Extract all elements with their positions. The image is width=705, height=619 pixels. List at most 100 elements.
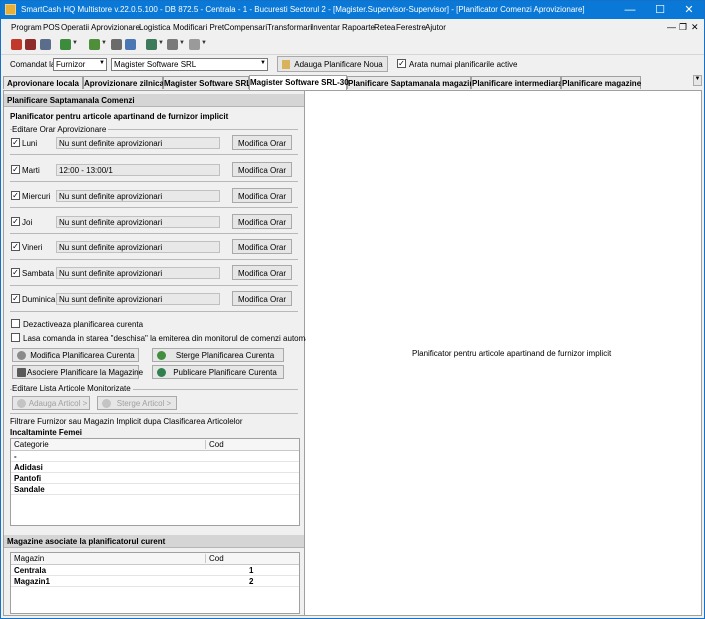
day-divider bbox=[10, 181, 298, 182]
menu-aprovizionare[interactable]: Aprovizionare bbox=[91, 23, 140, 32]
supplier-select[interactable]: Magister Software SRL ▼ bbox=[111, 58, 268, 71]
column-header-categorie[interactable]: Categorie bbox=[14, 440, 49, 449]
menu-retea[interactable]: Retea bbox=[374, 23, 395, 32]
modify-plan-button[interactable]: Modifica Planificarea Curenta bbox=[12, 348, 139, 362]
menu-program[interactable]: Program bbox=[11, 23, 42, 32]
modify-schedule-button[interactable]: Modifica Orar bbox=[232, 239, 292, 254]
report-dropdown-icon[interactable]: ▼ bbox=[179, 40, 185, 46]
menu-operatii[interactable]: Operatii bbox=[61, 23, 89, 32]
minimize-button[interactable]: — bbox=[615, 1, 645, 19]
report-icon[interactable] bbox=[167, 39, 178, 50]
add-plan-button[interactable]: Adauga Planificare Noua bbox=[277, 56, 388, 72]
day-divider bbox=[10, 285, 298, 286]
mdi-close-button[interactable]: ✕ bbox=[691, 22, 699, 33]
menu-logistica[interactable]: Logistica bbox=[139, 23, 171, 32]
export-dropdown-icon[interactable]: ▼ bbox=[72, 40, 78, 46]
modify-schedule-button[interactable]: Modifica Orar bbox=[232, 291, 292, 306]
tab-magister-software-srl[interactable]: Magister Software SRL bbox=[163, 76, 251, 89]
leave-open-checkbox[interactable] bbox=[11, 333, 20, 342]
modify-schedule-button[interactable]: Modifica Orar bbox=[232, 265, 292, 280]
delete-article-button[interactable]: Sterge Articol > bbox=[97, 396, 177, 410]
application-window: SmartCash HQ Multistore v.22.0.5.100 - D… bbox=[0, 0, 705, 619]
planner-tabs: Aprovionare locala Aprovizionare zilnica… bbox=[1, 75, 704, 90]
column-header-cod[interactable]: Cod bbox=[205, 554, 224, 563]
order-type-select[interactable]: Furnizor ▼ bbox=[53, 58, 107, 71]
deactivate-plan-checkbox[interactable] bbox=[11, 319, 20, 328]
menu-pos[interactable]: POS bbox=[43, 23, 60, 32]
tab-planificare-magazine[interactable]: Planificare magazine bbox=[561, 76, 641, 89]
day-checkbox[interactable]: ✓ bbox=[11, 294, 20, 303]
table-row[interactable]: Pantofi bbox=[11, 473, 299, 484]
schedule-field: Nu sunt definite aprovizionari bbox=[56, 267, 220, 279]
associate-stores-button[interactable]: Asociere Planificare la Magazine bbox=[12, 365, 143, 379]
close-button[interactable]: ✕ bbox=[674, 1, 704, 19]
day-checkbox[interactable]: ✓ bbox=[11, 217, 20, 226]
day-checkbox[interactable]: ✓ bbox=[11, 138, 20, 147]
table-row[interactable]: - bbox=[11, 451, 299, 462]
tab-content: Planificare Saptamanala Comenzi Planific… bbox=[3, 90, 702, 616]
export-icon[interactable] bbox=[60, 39, 71, 50]
document-icon[interactable] bbox=[111, 39, 122, 50]
network-dropdown-icon[interactable]: ▼ bbox=[158, 40, 164, 46]
edit-icon bbox=[17, 351, 26, 360]
table-row[interactable]: Sandale bbox=[11, 484, 299, 495]
menu-rapoarte[interactable]: Rapoarte bbox=[342, 23, 375, 32]
network-icon[interactable] bbox=[146, 39, 157, 50]
tab-magister-software-srl-30[interactable]: Magister Software SRL-30 bbox=[249, 75, 349, 90]
table-row[interactable]: Centrala 1 bbox=[11, 565, 299, 576]
day-checkbox[interactable]: ✓ bbox=[11, 165, 20, 174]
modify-schedule-button[interactable]: Modifica Orar bbox=[232, 214, 292, 229]
tab-planificare-saptamanala-magazine[interactable]: Planificare Saptamanala magazine bbox=[347, 76, 479, 89]
modify-schedule-button[interactable]: Modifica Orar bbox=[232, 162, 292, 177]
print-icon[interactable] bbox=[11, 39, 22, 50]
maximize-button[interactable]: ☐ bbox=[645, 1, 675, 19]
column-header-magazin[interactable]: Magazin bbox=[14, 554, 44, 563]
publish-plan-button[interactable]: Publicare Planificare Curenta bbox=[152, 365, 284, 379]
command-row: Comandat la Furnizor ▼ Magister Software… bbox=[1, 56, 704, 74]
day-divider bbox=[10, 233, 298, 234]
delete-plan-button[interactable]: Sterge Planificarea Curenta bbox=[152, 348, 284, 362]
tabs-scroll-button[interactable]: ▼ bbox=[693, 75, 702, 86]
day-checkbox[interactable]: ✓ bbox=[11, 242, 20, 251]
modify-schedule-button[interactable]: Modifica Orar bbox=[232, 188, 292, 203]
day-checkbox[interactable]: ✓ bbox=[11, 268, 20, 277]
day-divider bbox=[10, 154, 298, 155]
store-icon bbox=[17, 368, 26, 377]
menu-transformari[interactable]: Transformari bbox=[267, 23, 312, 32]
day-checkbox[interactable]: ✓ bbox=[11, 191, 20, 200]
active-only-label: Arata numai planificarile active bbox=[409, 60, 518, 69]
schedule-field: Nu sunt definite aprovizionari bbox=[56, 293, 220, 305]
window-dropdown-icon[interactable]: ▼ bbox=[201, 40, 207, 46]
comandat-la-label: Comandat la bbox=[10, 60, 56, 69]
right-panel-caption: Planificator pentru articole apartinand … bbox=[412, 349, 612, 358]
column-header-cod[interactable]: Cod bbox=[205, 440, 224, 449]
tab-aprovizionare-zilnica[interactable]: Aprovizionare zilnica bbox=[83, 76, 164, 89]
menu-inventar[interactable]: Inventar bbox=[311, 23, 340, 32]
menu-ajutor[interactable]: Ajutor bbox=[425, 23, 446, 32]
articles-group-label: Editare Lista Articole Monitorizate bbox=[12, 384, 133, 393]
window-icon[interactable] bbox=[189, 39, 200, 50]
add-article-button[interactable]: Adauga Articol > bbox=[12, 396, 90, 410]
table-row[interactable]: Magazin1 2 bbox=[11, 576, 299, 587]
menu-compensari[interactable]: Compensari bbox=[224, 23, 267, 32]
modify-schedule-button[interactable]: Modifica Orar bbox=[232, 135, 292, 150]
tab-aprovionare-locala[interactable]: Aprovionare locala bbox=[3, 76, 83, 89]
car-icon[interactable] bbox=[25, 39, 36, 50]
day-label: Duminica bbox=[22, 295, 56, 304]
tab-planificare-intermediara[interactable]: Planificare intermediara bbox=[471, 76, 563, 89]
chevron-down-icon: ▼ bbox=[99, 60, 105, 66]
calendar-icon[interactable] bbox=[125, 39, 136, 50]
mdi-restore-button[interactable]: ❐ bbox=[679, 22, 687, 33]
mdi-minimize-button[interactable]: — bbox=[667, 22, 676, 32]
schedule-group-label: Editare Orar Aprovizionare bbox=[12, 125, 109, 134]
active-only-checkbox[interactable]: ✓ bbox=[397, 59, 406, 68]
schedule-field: Nu sunt definite aprovizionari bbox=[56, 241, 220, 253]
table-row[interactable]: Adidasi bbox=[11, 462, 299, 473]
printer-icon[interactable] bbox=[40, 39, 51, 50]
menu-ferestre[interactable]: Ferestre bbox=[396, 23, 426, 32]
user-icon[interactable] bbox=[89, 39, 100, 50]
user-dropdown-icon[interactable]: ▼ bbox=[101, 40, 107, 46]
day-label: Vineri bbox=[22, 243, 43, 252]
chevron-down-icon: ▼ bbox=[260, 60, 266, 66]
menu-modificari-pret[interactable]: Modificari Pret bbox=[173, 23, 224, 32]
